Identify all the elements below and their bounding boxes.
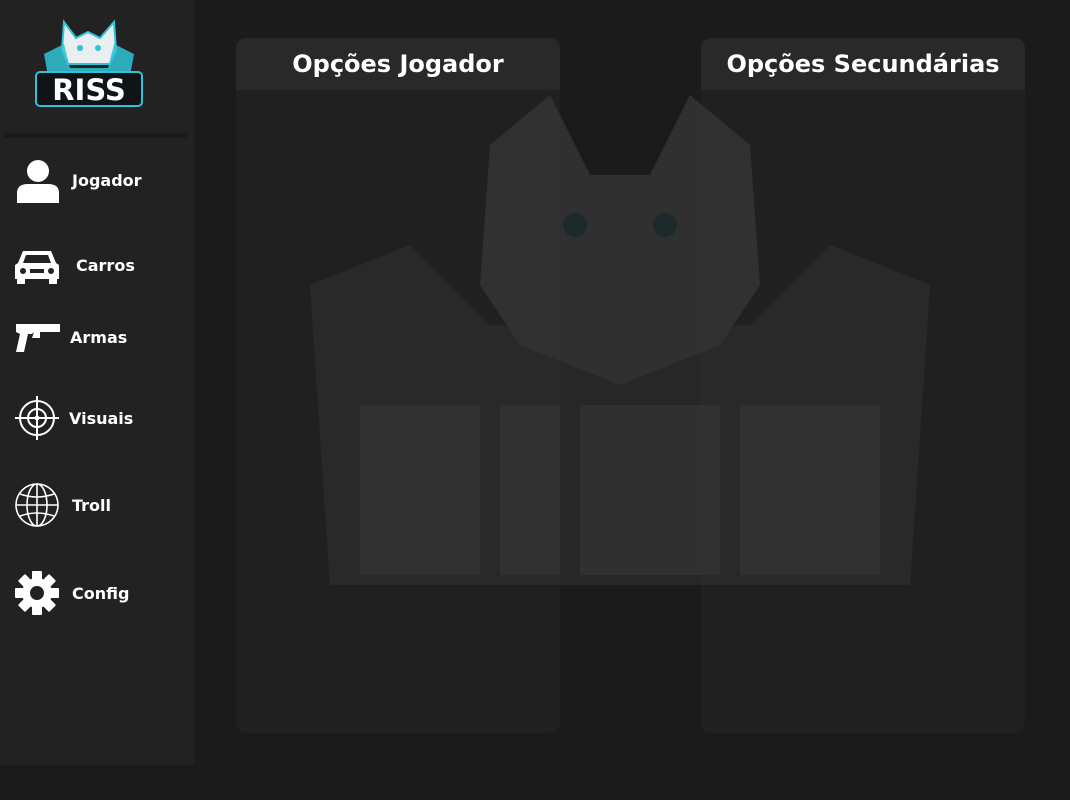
panel-header: Opções Jogador xyxy=(236,38,560,90)
sidebar-divider xyxy=(4,133,187,138)
panel-header: Opções Secundárias xyxy=(701,38,1025,90)
sidebar-item-label: Carros xyxy=(76,255,135,275)
sidebar-item-jogador[interactable]: Jogador xyxy=(14,156,184,204)
sidebar-item-label: Troll xyxy=(72,495,112,515)
panel-title: Opções Secundárias xyxy=(726,50,1000,78)
sidebar-item-label: Visuais xyxy=(69,408,134,428)
sidebar-item-visuais[interactable]: Visuais xyxy=(14,394,184,442)
sidebar-item-label: Config xyxy=(72,583,130,603)
gear-icon xyxy=(14,569,72,617)
sidebar-item-troll[interactable]: Troll xyxy=(14,481,184,529)
svg-text:RISS: RISS xyxy=(52,73,126,107)
riss-logo-icon: RISS xyxy=(35,19,143,107)
sidebar-item-label: Armas xyxy=(70,327,128,347)
sidebar: RISS Jogador Carros Armas Visuais Troll … xyxy=(0,0,194,765)
sidebar-item-carros[interactable]: Carros xyxy=(14,241,184,289)
user-icon xyxy=(14,156,64,204)
sidebar-item-label: Jogador xyxy=(72,170,142,190)
sidebar-item-armas[interactable]: Armas xyxy=(14,313,184,361)
car-icon xyxy=(14,241,64,289)
pistol-icon xyxy=(14,313,70,361)
panel-title: Opções Jogador xyxy=(292,50,504,78)
player-options-panel: Opções Jogador xyxy=(236,38,560,733)
secondary-options-panel: Opções Secundárias xyxy=(701,38,1025,733)
globe-icon xyxy=(14,481,72,529)
sidebar-item-config[interactable]: Config xyxy=(14,569,184,617)
crosshair-icon xyxy=(14,394,69,442)
